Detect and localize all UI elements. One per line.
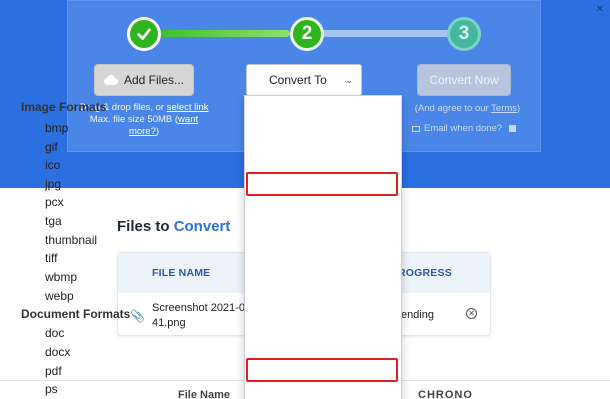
remove-file-icon[interactable]: ✕: [466, 308, 477, 319]
format-option-ps[interactable]: ps: [45, 382, 58, 396]
format-option-thumbnail[interactable]: thumbnail: [45, 233, 97, 247]
format-option-tga[interactable]: tga: [45, 214, 62, 228]
table-row-status: ending: [401, 309, 435, 321]
corner-close-icon: ✕: [595, 4, 604, 15]
add-files-button[interactable]: Add Files...: [94, 64, 194, 96]
convert-to-label: Convert To: [269, 73, 327, 87]
add-files-label: Add Files...: [123, 73, 185, 87]
email-label: Email when done?: [424, 123, 503, 134]
format-option-docx[interactable]: docx: [45, 345, 70, 359]
format-option-gif[interactable]: gif: [45, 140, 58, 154]
format-option-jpg[interactable]: jpg: [45, 177, 61, 191]
step-3-indicator: 3: [447, 17, 481, 51]
step-2-indicator: 2: [290, 17, 324, 51]
files-to-convert-title: Files to Convert: [117, 218, 230, 235]
agree-terms-text: (And agree to our Terms): [405, 103, 530, 114]
group-document-formats: Document Formats: [21, 307, 131, 321]
format-option-pdf[interactable]: pdf: [45, 364, 62, 378]
group-image-formats: Image Formats: [21, 100, 107, 114]
title-prefix: Files to: [117, 218, 174, 235]
highlight-box-jpg: [246, 172, 398, 196]
email-when-done[interactable]: Email when done?: [412, 123, 522, 134]
paperclip-icon: 📎: [130, 309, 145, 323]
step-1-check-icon: [127, 17, 161, 51]
footer-fragment-1: File Name: [178, 389, 230, 399]
format-option-ico[interactable]: ico: [45, 158, 60, 172]
file-name-line2: 41.png: [152, 317, 186, 329]
step-progress-pending: [320, 30, 455, 37]
format-option-doc[interactable]: doc: [45, 326, 64, 340]
column-progress: ROGRESS: [398, 267, 452, 279]
format-option-webp[interactable]: webp: [45, 289, 74, 303]
format-option-bmp[interactable]: bmp: [45, 121, 68, 135]
step-progress-complete: [160, 30, 290, 37]
format-option-wbmp[interactable]: wbmp: [45, 270, 77, 284]
agree-suffix: ): [517, 103, 521, 114]
convert-now-button[interactable]: Convert Now: [417, 64, 511, 96]
convert-to-select[interactable]: Convert To ⌄: [246, 64, 362, 96]
format-option-tiff[interactable]: tiff: [45, 251, 57, 265]
agree-prefix: (And agree to our: [414, 103, 492, 114]
cloud-upload-icon: [103, 75, 118, 85]
file-name-line1: Screenshot 2021-0: [152, 302, 245, 314]
terms-link[interactable]: Terms: [491, 103, 517, 114]
highlight-box-pdf: [246, 358, 398, 382]
close-paren: ): [155, 126, 160, 137]
chevron-down-icon: ⌄: [345, 75, 353, 85]
format-dropdown-menu: [244, 95, 402, 399]
title-accent: Convert: [173, 218, 231, 235]
column-file-name: FILE NAME: [152, 267, 211, 279]
format-option-pcx[interactable]: pcx: [45, 195, 64, 209]
footer-fragment-2: CHRONO: [418, 389, 473, 399]
envelope-icon: [412, 125, 420, 132]
select-link[interactable]: select link: [167, 102, 209, 113]
email-checkbox[interactable]: [509, 125, 517, 132]
max-size-text: Max. file size 50MB (: [89, 114, 179, 125]
